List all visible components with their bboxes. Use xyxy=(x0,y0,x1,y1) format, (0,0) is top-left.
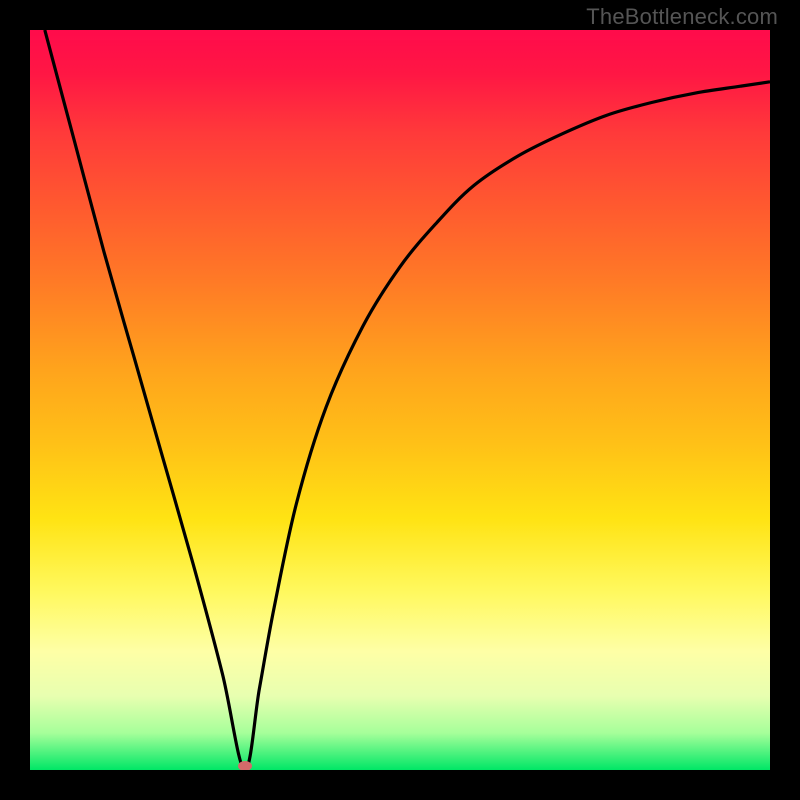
bottleneck-curve xyxy=(30,30,770,770)
chart-frame: TheBottleneck.com xyxy=(0,0,800,800)
watermark-label: TheBottleneck.com xyxy=(586,4,778,30)
optimal-point-marker xyxy=(238,761,252,770)
plot-area xyxy=(30,30,770,770)
